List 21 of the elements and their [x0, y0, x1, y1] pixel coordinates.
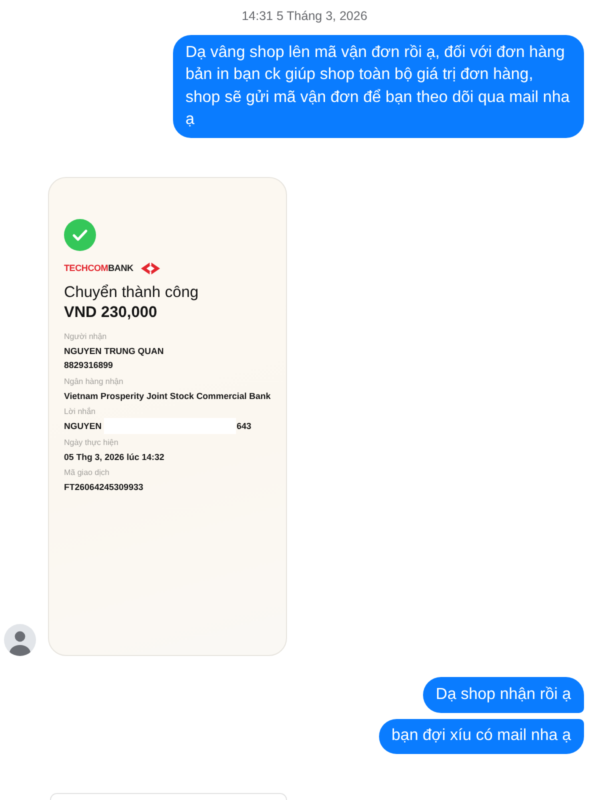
field-label: Ngày thực hiện: [64, 436, 118, 449]
transfer-amount: VND 230,000: [64, 303, 158, 323]
field-label: Người nhận: [64, 331, 107, 343]
timestamp: 14:31 5 Tháng 3, 2026: [242, 8, 368, 24]
message-bubble: Dạ shop nhận rồi ạ: [422, 677, 584, 712]
message-bubble: Dạ vâng shop lên mã vận đơn rồi ạ, đối với đơn hàng bản in bạn ck giúp shop toàn bộ giá trị đơn hàng, shop sẽ gửi mã vận đơn để bạn theo dõi qua mail nha ạ: [172, 35, 584, 138]
transfer-status: Chuyển thành công: [64, 283, 198, 303]
field-value: FT26064245309933: [64, 481, 144, 494]
field-value: NGUYEN: [64, 420, 102, 433]
field-label: Ngân hàng nhận: [64, 376, 124, 388]
field-value: Vietnam Prosperity Joint Stock Commercial Bank: [64, 390, 271, 402]
field-value: 8829316899: [64, 359, 113, 372]
field-value: 643: [236, 420, 252, 433]
check-icon: [64, 219, 96, 251]
field-label: Lời nhắn: [64, 406, 96, 418]
message-bubble: bạn đợi xíu có mail nha ạ: [378, 718, 584, 754]
diamond-logo-icon: [141, 262, 160, 274]
bank-logo-text: TECHCOMBANK: [64, 262, 134, 274]
field-value: NGUYEN TRUNG QUAN: [64, 345, 164, 358]
field-value: 05 Thg 3, 2026 lúc 14:32: [64, 450, 164, 464]
field-label: Mã giao dịch: [64, 467, 110, 479]
